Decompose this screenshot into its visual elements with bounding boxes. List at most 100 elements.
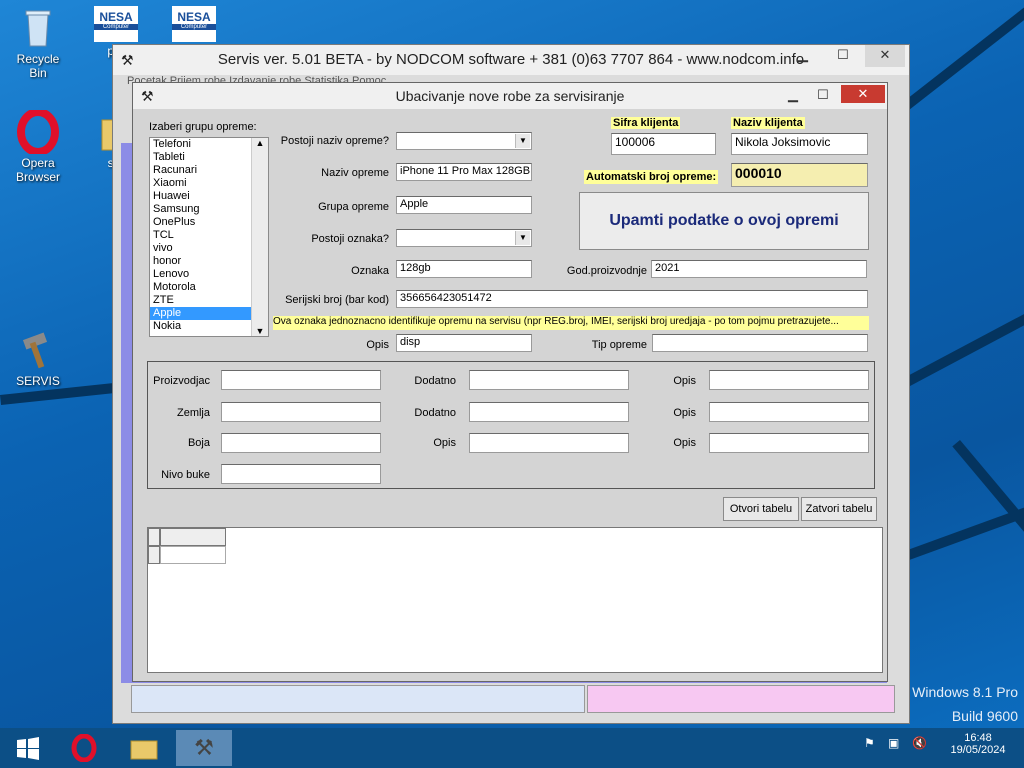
clock-time: 16:48 [964,732,992,744]
desktop-icon-label: Opera Browser [15,156,60,184]
desktop-icon-recycle-bin[interactable]: Recycle Bin [8,6,68,80]
grid-row-header[interactable] [148,546,160,564]
windows-logo-icon [17,737,39,760]
start-button[interactable] [0,730,56,766]
desktop-icon-servis[interactable]: SERVIS [8,328,68,388]
nivo-buke-field[interactable] [221,464,381,484]
clock-date: 19/05/2024 [950,744,1006,756]
chevron-down-icon[interactable]: ▼ [515,134,530,148]
opis-r1-field[interactable] [709,370,869,390]
sifra-klijenta-field[interactable]: 100006 [611,133,716,155]
taskbar-opera[interactable] [56,730,112,766]
serijski-field[interactable]: 356656423051472 [396,290,868,308]
grupa-opreme-field[interactable]: Apple [396,196,532,214]
naziv-klijenta-field[interactable]: Nikola Joksimovic [731,133,868,155]
opis-r3-field[interactable] [709,433,869,453]
desktop-icon-label: SERVIS [16,374,60,388]
opis-mid-label: Opis [433,437,456,449]
extra-fields-group: Proizvodjac Zemlja Boja Nivo buke Dodatn… [147,361,875,489]
opis-r2-field[interactable] [709,402,869,422]
dialog-close-button[interactable]: ✕ [841,85,885,103]
nesa-sub: Computer [172,24,216,30]
dodatno1-field[interactable] [469,370,629,390]
main-window-title: Servis ver. 5.01 BETA - by NODCOM softwa… [217,51,805,68]
sifra-klijenta-label: Sifra klijenta [611,117,681,129]
taskbar-servis[interactable]: ⚒ [176,730,232,766]
god-proizvodnje-field[interactable]: 2021 [651,260,867,278]
windows-watermark: Windows 8.1 Pro [912,684,1018,700]
grid-header-cell[interactable] [160,528,226,546]
postoji-oznaka-combo[interactable]: ▼ [396,229,532,247]
grid-cell[interactable] [160,546,226,564]
zemlja-label: Zemlja [176,407,210,419]
proizvodjac-field[interactable] [221,370,381,390]
auto-broj-field: 000010 [731,163,868,187]
group-listbox[interactable]: Telefoni Tableti Racunari Xiaomi Huawei Samsu… [149,137,269,337]
desktop-icon-nesa-2[interactable]: NESA Computer [164,6,224,44]
status-panel-right [587,685,895,713]
naziv-klijenta-label: Naziv klijenta [731,117,805,129]
oznaka-label: Oznaka [351,265,389,277]
clock[interactable]: 16:48 19/05/2024 [950,732,1006,756]
god-proizvodnje-label: God.proizvodnje [566,265,647,277]
dialog-maximize-button[interactable]: ☐ [803,85,843,107]
flag-icon[interactable]: ⚑ [864,736,875,750]
recycle-bin-icon [16,6,60,50]
volume-muted-icon[interactable]: 🔇 [912,736,927,750]
scroll-up-icon[interactable]: ▲ [252,138,268,148]
opis-field[interactable]: disp [396,334,532,352]
desktop-icon-label: Recycle Bin [16,52,60,80]
opis-r2-label: Opis [673,407,696,419]
tip-opreme-field[interactable] [652,334,868,352]
oznaka-field[interactable]: 128gb [396,260,532,278]
postoji-naziv-combo[interactable]: ▼ [396,132,532,150]
minimize-button[interactable]: ▁ [783,45,823,67]
nesa-shortcut-icon: NESA Computer [172,6,216,42]
taskbar-explorer[interactable] [116,730,172,766]
dialog-window: ⚒ Ubacivanje nove robe za servisiranje ▁… [132,82,888,682]
dialog-title: Ubacivanje nove robe za servisiranje [395,88,625,104]
chevron-down-icon[interactable]: ▼ [515,231,530,245]
opis-mid-field[interactable] [469,433,629,453]
naziv-opreme-field[interactable]: iPhone 11 Pro Max 128GB [396,163,532,181]
windows-build: Build 9600 [951,708,1018,724]
postoji-naziv-label: Postoji naziv opreme? [280,135,389,147]
boja-field[interactable] [221,433,381,453]
dialog-app-icon: ⚒ [141,88,154,104]
hammer-icon [16,328,60,372]
close-table-button[interactable]: Zatvori tabelu [801,497,877,521]
listbox-scrollbar[interactable]: ▲ ▼ [251,138,268,336]
grupa-opreme-label: Grupa opreme [318,201,389,213]
dodatno2-label: Dodatno [414,407,456,419]
opis-label: Opis [366,339,389,351]
tip-opreme-label: Tip opreme [591,339,647,351]
maximize-button[interactable]: ☐ [823,45,863,67]
save-button[interactable]: Upamti podatke o ovoj opremi [579,192,869,250]
folder-icon [130,740,158,760]
grid-corner-cell [148,528,160,546]
desktop-icon-opera[interactable]: Opera Browser [8,108,68,184]
hammer-icon: ⚒ [194,735,214,760]
opera-icon [16,108,60,156]
scroll-down-icon[interactable]: ▼ [252,326,268,336]
data-grid[interactable] [147,527,883,673]
nesa-sub: Computer [94,24,138,30]
group-label: Izaberi grupu opreme: [149,121,257,133]
opera-icon [71,734,97,762]
proizvodjac-label: Proizvodjac [153,375,210,387]
network-icon[interactable]: ▣ [888,736,899,750]
taskbar: ⚒ ⚑ ▣ 🔇 16:48 19/05/2024 [0,728,1024,768]
hint-text: Ova oznaka jednoznacno identifikuje opre… [273,316,869,330]
nesa-badge: NESA [99,10,133,24]
nivo-buke-label: Nivo buke [161,469,210,481]
auto-broj-label: Automatski broj opreme: [584,170,719,184]
naziv-opreme-label: Naziv opreme [321,167,389,179]
zemlja-field[interactable] [221,402,381,422]
dodatno2-field[interactable] [469,402,629,422]
close-button[interactable]: ✕ [865,45,905,67]
open-table-button[interactable]: Otvori tabelu [723,497,799,521]
nesa-badge: NESA [177,10,211,24]
postoji-oznaka-label: Postoji oznaka? [311,233,389,245]
opis-r3-label: Opis [673,437,696,449]
opis-r1-label: Opis [673,375,696,387]
